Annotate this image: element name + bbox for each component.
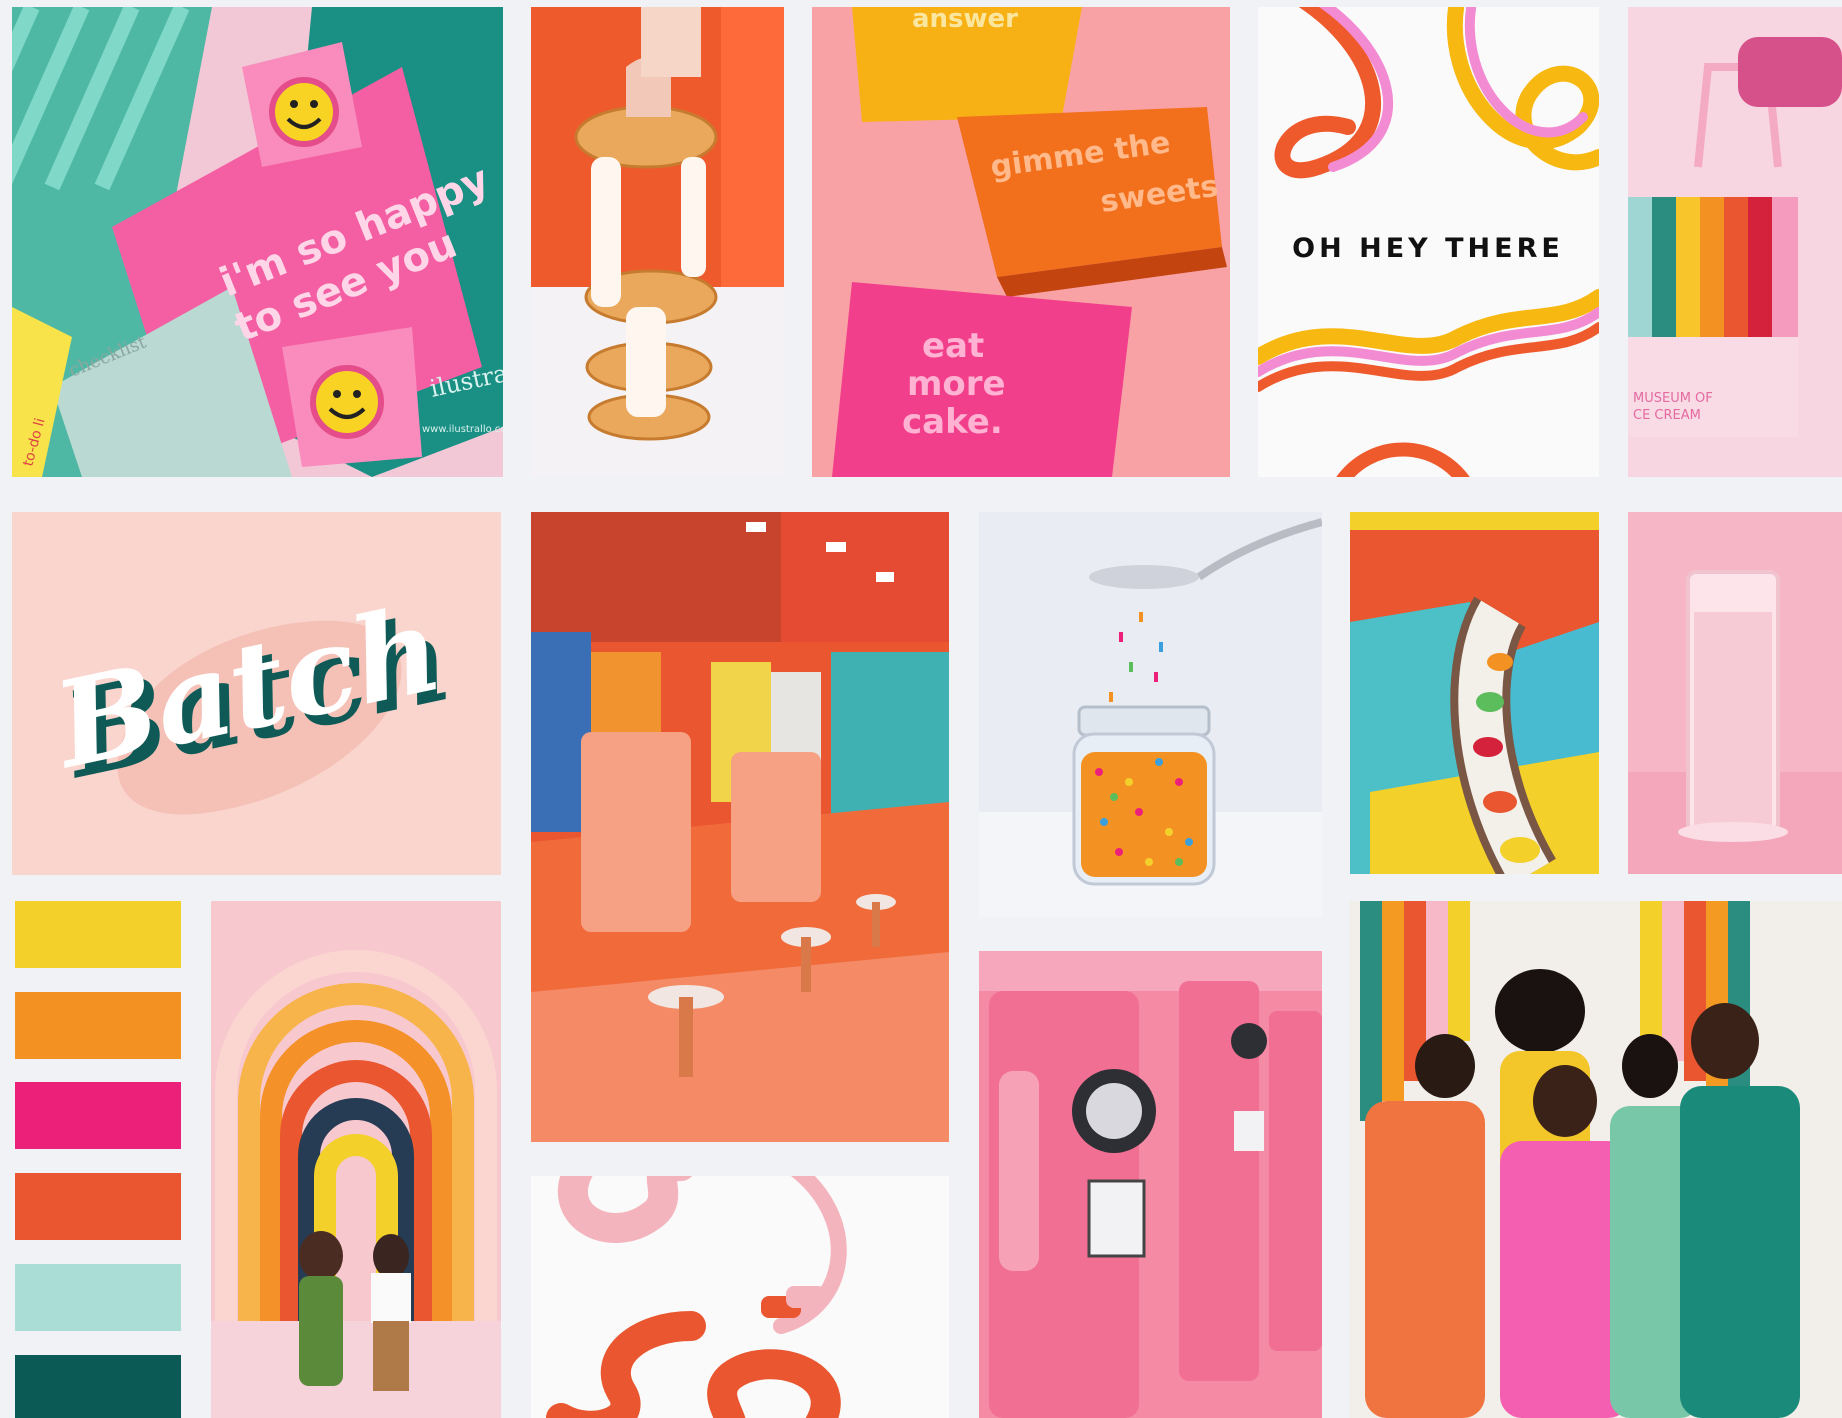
swatch-yellow[interactable] <box>15 901 181 968</box>
snake-handshake-card[interactable] <box>531 1176 949 1418</box>
bag-text-2: CE CREAM <box>1633 408 1701 423</box>
macaron-conveyor-photo[interactable] <box>1350 512 1599 874</box>
oh-hey-there-card[interactable]: OH HEY THERE <box>1258 7 1599 477</box>
sprinkles-jar-photo[interactable] <box>979 512 1322 917</box>
group-jumpsuits-photo[interactable] <box>1350 901 1842 1418</box>
box-label-3c: cake. <box>902 402 1003 442</box>
bag-illustration: MUSEUM OF CE CREAM <box>1628 7 1842 477</box>
milkshake-illustration <box>1628 512 1842 874</box>
swatch-orange[interactable] <box>15 992 181 1059</box>
waffle-stack-photo[interactable] <box>531 7 784 477</box>
brand-url: www.ilustrallo.com <box>422 424 503 435</box>
box-label-1: answer <box>912 7 1018 34</box>
squiggle-illustration: OH HEY THERE <box>1258 7 1599 477</box>
batch-logo-card[interactable]: Batch Batch <box>12 512 501 875</box>
snake-illustration <box>531 1176 949 1418</box>
batch-logo-illustration: Batch Batch <box>12 512 501 875</box>
group-illustration <box>1350 901 1842 1418</box>
milkshake-photo[interactable] <box>1628 512 1842 874</box>
bag-text-1: MUSEUM OF <box>1633 391 1713 406</box>
boxes-illustration: answer gimme the sweets eat more cake. <box>812 7 1230 477</box>
ice-cream-bag-photo[interactable]: MUSEUM OF CE CREAM <box>1628 7 1842 477</box>
pink-payphones-photo[interactable] <box>979 951 1322 1418</box>
swatch-red-orange[interactable] <box>15 1173 181 1240</box>
swatch-dark-teal[interactable] <box>15 1355 181 1418</box>
box-label-3b: more <box>907 364 1006 404</box>
oh-hey-there-text: OH HEY THERE <box>1292 233 1564 264</box>
rainbow-arches-photo[interactable] <box>211 901 501 1418</box>
arches-illustration <box>211 901 501 1418</box>
conveyor-illustration <box>1350 512 1599 874</box>
waffle-illustration <box>531 7 784 477</box>
stationery-illustration: i'm so happy to see you checklist ilustr… <box>12 7 503 477</box>
swatch-magenta[interactable] <box>15 1082 181 1149</box>
payphones-illustration <box>979 951 1322 1418</box>
box-label-3a: eat <box>922 326 984 366</box>
swatch-mint[interactable] <box>15 1264 181 1331</box>
sprinkles-illustration <box>979 512 1322 917</box>
stationery-photo[interactable]: i'm so happy to see you checklist ilustr… <box>12 7 503 477</box>
boxes-photo[interactable]: answer gimme the sweets eat more cake. <box>812 7 1230 477</box>
booths-illustration <box>531 512 949 1142</box>
colorful-booths-photo[interactable] <box>531 512 949 1142</box>
